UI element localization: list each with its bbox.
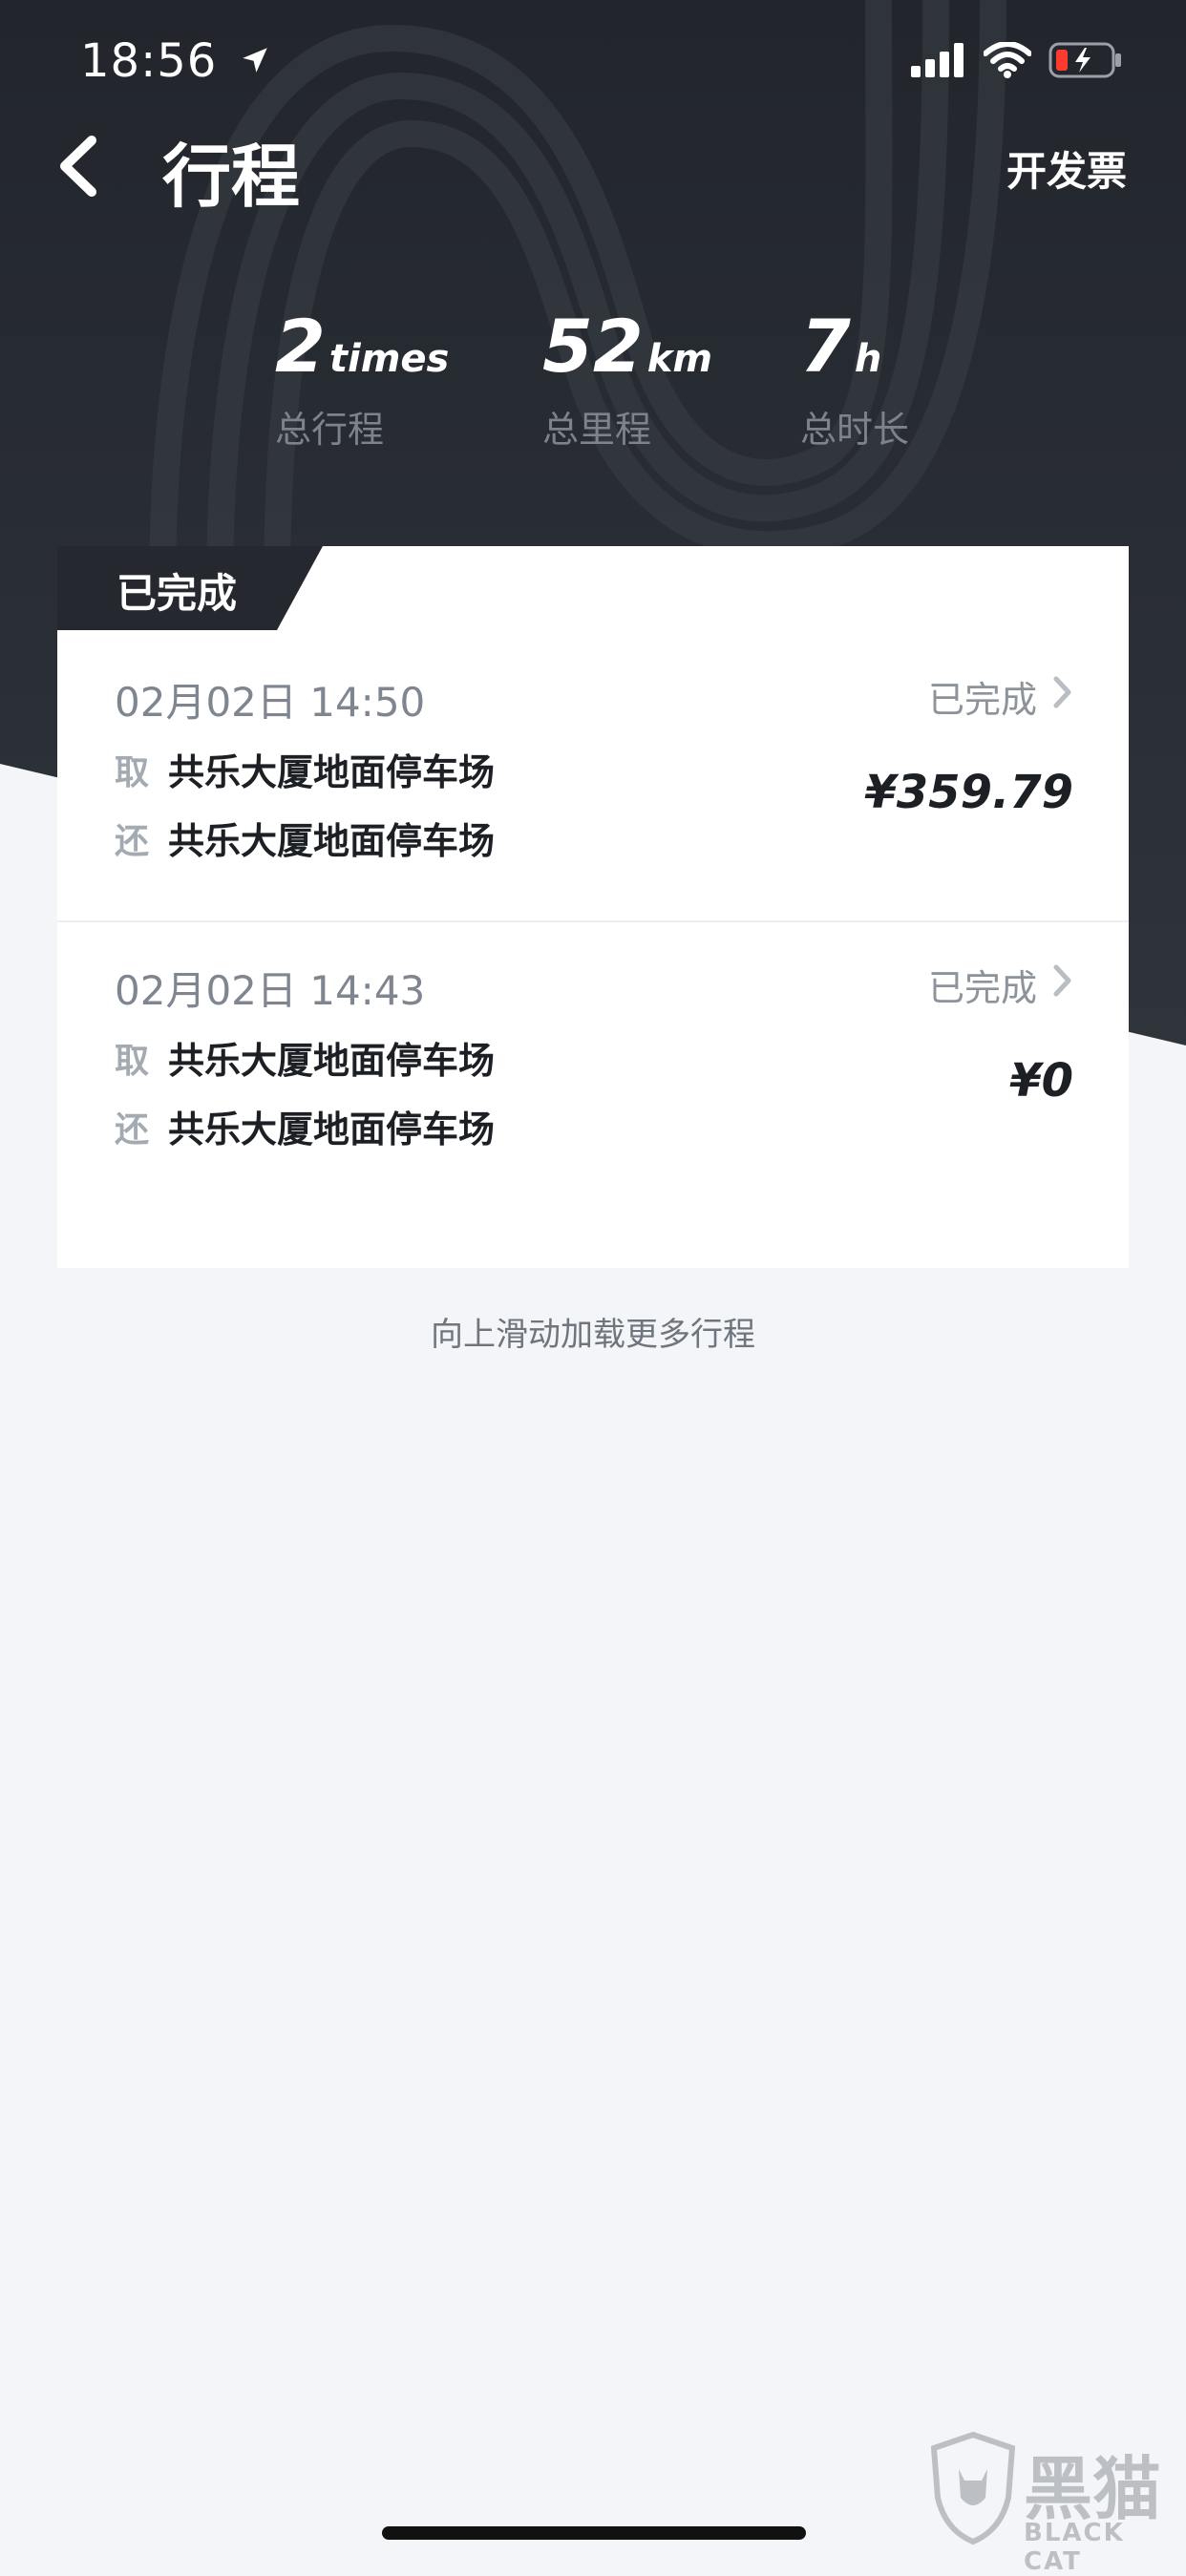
- chevron-left-icon: [55, 135, 99, 201]
- home-indicator[interactable]: [382, 2526, 806, 2540]
- trip-item[interactable]: 02月02日 14:43 已完成 取 共乐大厦地面停车场 还 共乐大厦地面停车场…: [57, 920, 1129, 1169]
- decorative-ribbon: [149, 0, 1006, 592]
- trip-datetime: 02月02日 14:50: [115, 679, 426, 726]
- return-tag: 还: [115, 821, 150, 861]
- pickup-tag: 取: [115, 1041, 150, 1081]
- pickup-location: 共乐大厦地面停车场: [168, 1040, 496, 1082]
- trip-status-label: 已完成: [927, 967, 1037, 1009]
- chevron-right-icon: [1052, 675, 1073, 718]
- stat-duration-unit: h: [854, 337, 882, 381]
- invoice-button[interactable]: 开发票: [1006, 139, 1127, 198]
- stat-duration-label: 总时长: [800, 409, 910, 451]
- stat-trips: 2 times 总行程: [275, 304, 449, 453]
- section-tag: 已完成: [57, 546, 323, 630]
- stat-distance-unit: km: [646, 337, 713, 381]
- pickup-tag: 取: [115, 752, 150, 792]
- stat-distance-label: 总里程: [542, 409, 652, 451]
- stat-distance-value: 52 km: [542, 304, 712, 389]
- battery-charging-icon: [1048, 42, 1123, 82]
- status-icons: [911, 41, 1123, 82]
- status-time: 18:56: [80, 34, 271, 88]
- return-location: 共乐大厦地面停车场: [168, 820, 496, 862]
- location-arrow-icon: [239, 34, 271, 88]
- load-more-hint: 向上滑动加载更多行程: [431, 1316, 755, 1354]
- return-row: 还 共乐大厦地面停车场: [115, 812, 495, 864]
- trip-item[interactable]: 02月02日 14:50 已完成 取 共乐大厦地面停车场 还 共乐大厦地面停车场…: [57, 670, 1129, 918]
- trip-status: 已完成: [928, 670, 1073, 723]
- trip-status-label: 已完成: [927, 679, 1037, 721]
- stat-distance-number: 52: [542, 304, 644, 389]
- stat-duration-value: 7h: [800, 304, 909, 389]
- section-tag-label: 已完成: [116, 570, 238, 617]
- trip-datetime: 02月02日 14:43: [115, 967, 426, 1014]
- pickup-location: 共乐大厦地面停车场: [168, 751, 496, 793]
- return-tag: 还: [115, 1109, 150, 1150]
- trip-price: ¥359.79: [864, 766, 1073, 819]
- stat-distance: 52 km 总里程: [542, 304, 712, 453]
- page-title: 行程: [162, 137, 301, 217]
- return-row: 还 共乐大厦地面停车场: [115, 1100, 495, 1152]
- status-time-text: 18:56: [80, 34, 218, 88]
- trip-price: ¥0: [1009, 1054, 1073, 1108]
- stat-trips-label: 总行程: [275, 409, 385, 451]
- cat-shield-icon: [930, 2431, 1016, 2549]
- trip-list-card: 已完成 02月02日 14:50 已完成 取 共乐大厦地面停车场 还 共乐大厦地…: [57, 546, 1129, 1268]
- stat-trips-unit: times: [328, 337, 450, 381]
- stat-trips-value: 2 times: [275, 304, 449, 389]
- signal-icon: [911, 43, 966, 81]
- trip-status: 已完成: [928, 959, 1073, 1011]
- pickup-row: 取 共乐大厦地面停车场: [115, 1031, 495, 1084]
- stat-duration-number: 7: [800, 304, 851, 389]
- stat-duration: 7h 总时长: [800, 304, 909, 453]
- watermark-en: BLACK CAT: [1024, 2519, 1125, 2576]
- return-location: 共乐大厦地面停车场: [168, 1109, 496, 1151]
- pickup-row: 取 共乐大厦地面停车场: [115, 743, 495, 795]
- chevron-right-icon: [1052, 963, 1073, 1006]
- back-button[interactable]: [48, 130, 107, 206]
- wifi-icon: [983, 41, 1032, 82]
- stat-trips-number: 2: [275, 304, 326, 389]
- watermark: 黑猫 BLACK CAT: [919, 2423, 1186, 2576]
